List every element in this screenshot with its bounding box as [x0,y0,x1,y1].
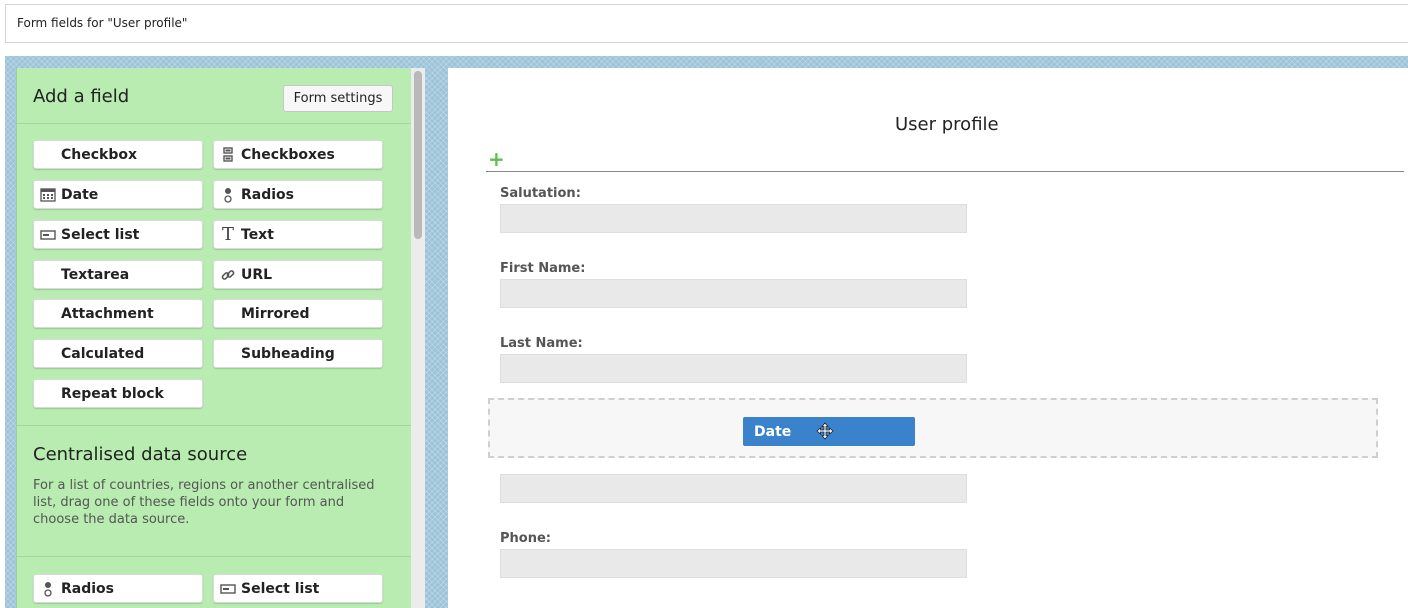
move-cursor-icon [816,422,834,444]
checkboxes-icon [219,146,237,163]
centralised-data-source-description: For a list of countries, regions or anot… [33,478,375,527]
section-divider [17,425,411,426]
field-textarea-button[interactable]: Textarea [33,260,203,289]
drop-zone-placeholder[interactable] [488,398,1378,458]
field-radios-button[interactable]: Radios [213,180,383,209]
calendar-icon [39,187,57,202]
cds-radios-button[interactable]: Radios [33,574,203,603]
hidden-field-input[interactable] [500,474,967,503]
phone-label: Phone: [500,531,551,546]
field-attachment-button[interactable]: Attachment [33,299,203,328]
field-url-button[interactable]: URL [213,260,383,289]
radios-icon [219,187,237,203]
first-name-label: First Name: [500,261,586,276]
field-checkboxes-button[interactable]: Checkboxes [213,140,383,169]
field-mirrored-button[interactable]: Mirrored [213,299,383,328]
page-title: Form fields for "User profile" [17,16,188,30]
field-calculated-button[interactable]: Calculated [33,339,203,368]
sidebar-scrollbar[interactable] [411,68,425,608]
link-icon [219,267,237,283]
dragging-date-field[interactable]: Date [743,417,915,446]
scrollbar-thumb[interactable] [414,71,422,239]
last-name-label: Last Name: [500,336,583,351]
first-name-input[interactable] [500,279,967,308]
form-settings-button[interactable]: Form settings [283,85,393,112]
add-field-heading: Add a field [33,86,130,107]
cds-select-list-button[interactable]: Select list [213,574,383,603]
salutation-input[interactable] [500,204,967,233]
add-field-sidebar: Add a field Form settings Checkbox Check… [16,68,411,608]
phone-input[interactable] [500,549,967,578]
field-checkbox-button[interactable]: Checkbox [33,140,203,169]
form-title-rule [486,171,1404,172]
select-list-icon [39,229,57,240]
field-repeat-block-button[interactable]: Repeat block [33,379,203,408]
salutation-label: Salutation: [500,186,581,201]
form-title: User profile [895,114,999,135]
field-date-button[interactable]: Date [33,180,203,209]
text-icon: T [221,224,234,245]
form-preview: User profile + Salutation: First Name: L… [448,68,1408,608]
section-divider [17,556,411,557]
add-section-plus-icon[interactable]: + [488,149,505,169]
last-name-input[interactable] [500,354,967,383]
select-list-icon [219,583,237,594]
centralised-data-source-heading: Centralised data source [33,444,248,465]
field-subheading-button[interactable]: Subheading [213,339,383,368]
radios-icon [39,581,57,597]
header-bar: Form fields for "User profile" [5,4,1408,43]
sidebar-header: Add a field Form settings [17,68,411,124]
field-text-button[interactable]: T Text [213,220,383,249]
field-select-list-button[interactable]: Select list [33,220,203,249]
